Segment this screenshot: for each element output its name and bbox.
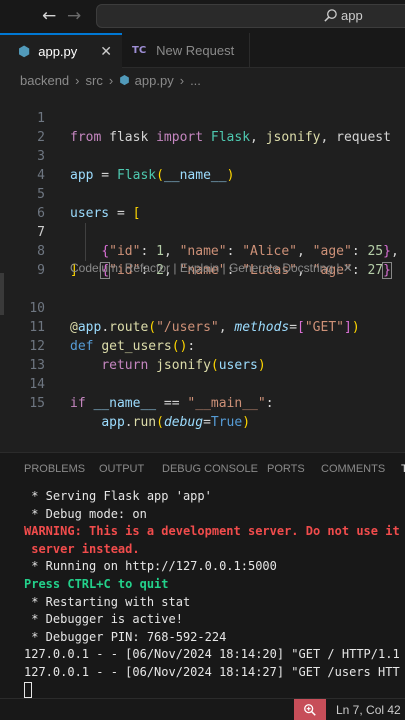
python-file-icon: ⬢ [18,43,31,59]
breadcrumb-item-file[interactable]: app.py [135,73,174,88]
code-line[interactable]: 15 app.run(debug=True) [0,375,405,430]
close-icon[interactable]: ✕ [100,43,112,60]
code-text: if __name__ == "__main__": [70,396,274,411]
tab-new-request[interactable]: TC New Request [122,33,250,68]
editor-tab-bar: ⬢ app.py ✕ TC New Request [0,33,405,68]
python-file-icon: ⬢ [119,73,130,87]
tab-terminal[interactable]: T [401,463,405,475]
code-line[interactable]: 10 @app.route("/users", methods=["GET"]) [0,280,405,335]
terminal-line: * Debug mode: on [24,506,147,521]
terminal-log-line: 127.0.0.1 - - [06/Nov/2024 18:14:27] "GE… [24,665,400,679]
chevron-right-icon: › [75,72,80,88]
search-label: app [341,8,363,23]
line-number: 9 [37,263,45,278]
code-line[interactable]: 6 {"id": 1, "name": "Alice", "age": 25}, [0,185,405,259]
breadcrumb-item-backend[interactable]: backend [20,73,69,88]
terminal-quit-hint: Press CTRL+C to quit [24,577,169,591]
cursor-position[interactable]: Ln 7, Col 42 [336,703,401,717]
codeium-codelens[interactable]: Codeium: Refactor | Explain | Generate D… [70,261,353,275]
terminal-line: * Running on http://127.0.0.1:5000 [24,559,277,574]
zoom-in-icon [304,704,316,716]
chevron-right-icon: › [179,72,185,88]
forward-arrow-icon[interactable]: → [67,6,81,26]
line-number: 15 [29,396,45,411]
terminal-line: * Debugger is active! [24,612,183,627]
code-line-active[interactable]: 7 {"id": 2, "name": "Lucas", "age": 27} [0,204,405,279]
tab-comments[interactable]: COMMENTS [321,463,385,475]
code-line[interactable]: 5 users = [ [0,166,405,221]
tab-label: New Request [156,43,235,58]
code-line[interactable]: 12 return jsonify(users) [0,318,405,373]
code-line[interactable]: 9 [0,242,405,278]
terminal-output[interactable]: * Serving Flask app 'app' * Debug mode: … [0,488,405,701]
tab-ports[interactable]: PORTS [267,463,305,475]
search-icon [324,9,337,22]
code-line[interactable]: 3 app = Flask(__name__) [0,128,405,183]
code-line[interactable]: 2 [0,109,405,145]
back-arrow-icon[interactable]: ← [42,6,56,26]
code-editor[interactable]: 1 from flask import Flask, jsonify, requ… [0,90,405,450]
tab-debug-console[interactable]: DEBUG CONSOLE [162,463,258,475]
bottom-panel: PROBLEMS OUTPUT DEBUG CONSOLE PORTS COMM… [0,452,405,700]
code-line[interactable]: 8 ] [0,223,405,278]
terminal-warning-line: WARNING: This is a development server. D… [24,524,400,539]
terminal-warning-line: server instead. [24,541,140,556]
tab-label: app.py [38,44,78,59]
code-line[interactable]: 13 [0,337,405,373]
tab-problems[interactable]: PROBLEMS [24,463,85,475]
chevron-right-icon: › [108,72,114,88]
code-text: app.run(debug=True) [101,415,251,430]
terminal-cursor [24,682,32,698]
terminal-line: * Debugger PIN: 768-592-224 [24,629,227,644]
tab-output[interactable]: OUTPUT [99,463,144,475]
panel-tab-bar: PROBLEMS OUTPUT DEBUG CONSOLE PORTS COMM… [0,453,405,485]
breadcrumb-item-symbol[interactable]: ... [190,73,201,88]
status-bar: Ln 7, Col 42 [0,698,405,720]
code-line[interactable]: 1 from flask import Flask, jsonify, requ… [0,90,405,145]
title-bar: ← → app [0,0,405,33]
code-line[interactable]: 14 if __name__ == "__main__": [0,356,405,411]
tab-app-py[interactable]: ⬢ app.py ✕ [0,33,122,68]
breadcrumb-item-src[interactable]: src [86,73,103,88]
terminal-line: * Restarting with stat [24,594,191,609]
terminal-line: * Serving Flask app 'app' [24,489,212,503]
code-line[interactable]: 11 def get_users(): [0,299,405,354]
command-center-search[interactable]: app [96,4,405,28]
code-line[interactable]: 4 [0,147,405,183]
breadcrumb: backend › src › ⬢ app.py › ... [20,70,201,90]
thunder-client-icon: TC [132,45,147,56]
zoom-icon[interactable] [294,699,326,720]
terminal-log-line: 127.0.0.1 - - [06/Nov/2024 18:14:20] "GE… [24,647,400,662]
